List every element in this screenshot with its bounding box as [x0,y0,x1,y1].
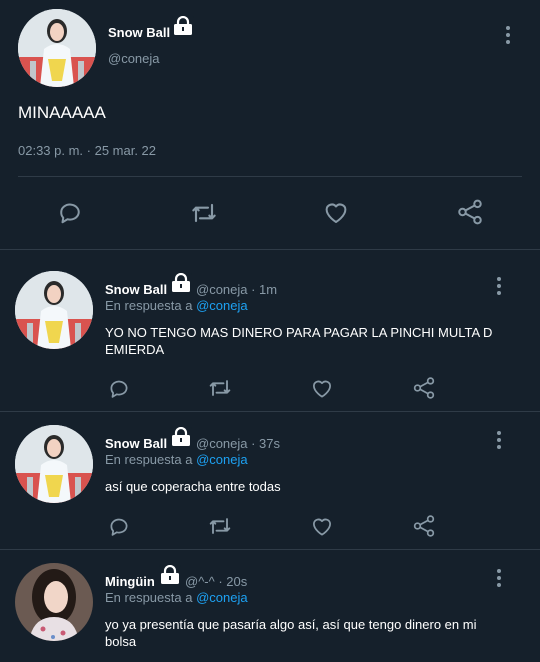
more-icon[interactable] [496,569,502,587]
more-icon[interactable] [496,277,502,295]
retweet-icon[interactable] [188,197,220,229]
replying-to: En respuesta a @coneja [105,590,248,605]
avatar-image [18,9,96,87]
divider [18,176,522,177]
reply-text: así que coperacha entre todas [105,479,281,494]
handle-and-time[interactable]: @coneja · 37s [196,436,280,451]
share-icon[interactable] [455,197,485,227]
reply-tweet[interactable]: Mingüin @^-^ · 20s En respuesta a @conej… [0,550,540,662]
main-tweet: Snow Ball @coneja MINAAAAA 02:33 p. m. ·… [0,0,540,250]
username[interactable]: @coneja [108,51,160,66]
lock-icon [170,273,192,293]
replying-to: En respuesta a @coneja [105,452,248,467]
replying-to: En respuesta a @coneja [105,298,248,313]
retweet-icon[interactable] [206,374,234,402]
share-icon[interactable] [411,375,437,401]
share-icon[interactable] [411,513,437,539]
reply-icon[interactable] [106,513,132,539]
reply-icon[interactable] [106,375,132,401]
replying-to-link[interactable]: @coneja [196,590,248,605]
replying-to-link[interactable]: @coneja [196,298,248,313]
replying-to-link[interactable]: @coneja [196,452,248,467]
retweet-icon[interactable] [206,512,234,540]
replying-label: En respuesta a [105,590,193,605]
avatar[interactable] [15,425,93,503]
display-name[interactable]: Snow Ball [105,282,167,297]
display-name[interactable]: Snow Ball [105,436,167,451]
tweet-text: MINAAAAA [18,103,106,122]
reply-text: YO NO TENGO MAS DINERO PARA PAGAR LA PIN… [105,325,493,357]
reply-icon[interactable] [55,197,85,227]
reply-text: yo ya presentía que pasaría algo así, as… [105,617,477,649]
more-icon[interactable] [496,431,502,449]
like-icon[interactable] [321,197,351,227]
handle-and-time[interactable]: @^-^ · 20s [185,574,247,589]
avatar-image [15,425,93,503]
lock-icon [170,427,192,447]
display-name[interactable]: Mingüin [105,574,155,589]
replying-label: En respuesta a [105,452,193,467]
more-icon[interactable] [505,26,511,44]
like-icon[interactable] [309,513,335,539]
lock-icon [172,16,194,36]
avatar-image [15,563,93,641]
replying-label: En respuesta a [105,298,193,313]
avatar[interactable] [15,563,93,641]
avatar-image [15,271,93,349]
tweet-timestamp[interactable]: 02:33 p. m. · 25 mar. 22 [18,143,156,158]
lock-icon [159,565,181,585]
like-icon[interactable] [309,375,335,401]
avatar[interactable] [15,271,93,349]
handle-and-time[interactable]: @coneja · 1m [196,282,277,297]
avatar[interactable] [18,9,96,87]
display-name[interactable]: Snow Ball [108,25,170,40]
reply-tweet[interactable]: Snow Ball @coneja · 37s En respuesta a @… [0,412,540,550]
reply-tweet[interactable]: Snow Ball @coneja · 1m En respuesta a @c… [0,250,540,412]
